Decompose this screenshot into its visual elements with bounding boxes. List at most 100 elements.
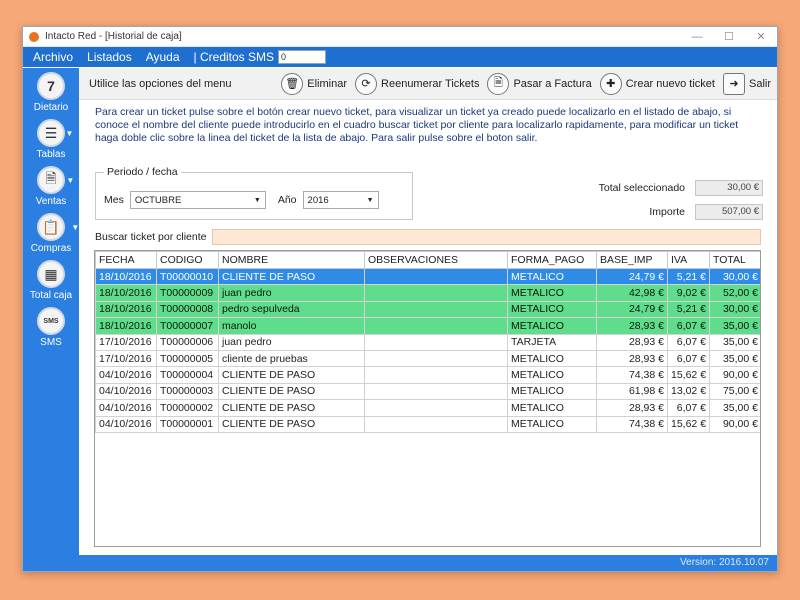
menu-bar: Archivo Listados Ayuda | Creditos SMS 0: [23, 47, 777, 67]
list-icon: ☰: [37, 119, 65, 147]
renumber-tickets-button[interactable]: ⟳ Reenumerar Tickets: [355, 72, 480, 95]
table-header-row: FECHA CODIGO NOMBRE OBSERVACIONES FORMA_PAGO…: [95, 251, 760, 269]
column-header[interactable]: TOTAL: [709, 251, 760, 269]
table-cell: T00000009: [156, 284, 219, 302]
refresh-icon: ⟳: [355, 72, 378, 95]
sidebar-item-label: SMS: [40, 337, 62, 348]
table-cell: [364, 300, 508, 319]
title-bar: Intacto Red - [Historial de caja] — ☐ ✕: [23, 27, 777, 47]
sms-credits: | Creditos SMS 0: [193, 50, 327, 64]
table-cell: T00000008: [156, 300, 219, 319]
selected-total-label: Total seleccionado: [598, 182, 685, 194]
table-cell: 18/10/2016: [95, 300, 157, 319]
table-cell: [364, 267, 508, 286]
table-cell: pedro sepulveda: [218, 300, 365, 319]
menu-archivo[interactable]: Archivo: [33, 50, 73, 64]
table-cell: 18/10/2016: [95, 267, 157, 286]
table-row[interactable]: 04/10/2016 T00000002 CLIENTE DE PASO METALI…: [95, 399, 760, 417]
column-header[interactable]: FORMA_PAGO: [507, 251, 597, 269]
sales-document-icon: 🗎: [37, 166, 65, 194]
table-cell: T00000006: [156, 333, 219, 351]
column-header[interactable]: FECHA: [95, 251, 157, 269]
minimize-button[interactable]: —: [681, 27, 713, 47]
window-title: Intacto Red - [Historial de caja]: [45, 31, 182, 42]
table-cell: METALICO: [507, 317, 597, 335]
maximize-button[interactable]: ☐: [713, 27, 745, 47]
menu-ayuda[interactable]: Ayuda: [146, 50, 180, 64]
table-cell: 35,00 €: [709, 317, 760, 335]
period-filter-legend: Periodo / fecha: [104, 166, 181, 178]
table-row[interactable]: 18/10/2016 T00000010 CLIENTE DE PASO METALI…: [95, 267, 760, 286]
search-label: Buscar ticket por cliente: [95, 231, 207, 243]
column-header[interactable]: IVA: [667, 251, 710, 269]
table-row[interactable]: 18/10/2016 T00000007 manolo METALICO 28,93 €…: [95, 317, 760, 335]
sidebar-item-tablas[interactable]: ☰ ▼ Tablas: [37, 119, 73, 160]
table-row[interactable]: 04/10/2016 T00000003 CLIENTE DE PASO METALI…: [95, 382, 760, 401]
year-label: Año: [277, 194, 297, 206]
table-cell: 35,00 €: [709, 333, 760, 351]
table-row[interactable]: 18/10/2016 T00000008 pedro sepulveda METALI…: [95, 300, 760, 319]
menu-listados[interactable]: Listados: [87, 50, 132, 64]
table-cell: T00000002: [156, 399, 219, 417]
table-cell: 28,93 €: [596, 399, 668, 417]
table-cell: [364, 399, 508, 417]
table-cell: 6,07 €: [667, 333, 710, 351]
table-cell: 04/10/2016: [95, 382, 157, 401]
table-row[interactable]: 18/10/2016 T00000009 juan pedro METALICO 42,…: [95, 284, 760, 302]
table-cell: CLIENTE DE PASO: [218, 382, 365, 401]
table-cell: METALICO: [507, 267, 597, 286]
column-header[interactable]: OBSERVACIONES: [364, 251, 508, 269]
sidebar-item-sms[interactable]: SMS SMS: [37, 307, 65, 348]
sidebar-item-label: Dietario: [33, 102, 69, 113]
table-cell: T00000005: [156, 349, 219, 368]
table-cell: T00000001: [156, 415, 219, 433]
sidebar-item-total-caja[interactable]: ▦ Total caja: [30, 260, 72, 301]
column-header[interactable]: NOMBRE: [218, 251, 365, 269]
table-cell: cliente de pruebas: [218, 349, 365, 368]
table-cell: METALICO: [507, 399, 597, 417]
table-cell: manolo: [218, 317, 365, 335]
column-header[interactable]: BASE_IMP: [596, 251, 668, 269]
table-cell: [364, 415, 508, 433]
year-select[interactable]: 2016 ▼: [302, 191, 379, 209]
table-cell: T00000004: [156, 366, 219, 384]
new-ticket-button[interactable]: ✚ Crear nuevo ticket: [599, 72, 715, 95]
convert-to-invoice-button[interactable]: 🗎 Pasar a Factura: [487, 72, 592, 95]
tickets-table: FECHA CODIGO NOMBRE OBSERVACIONES FORMA_PAGO…: [94, 250, 761, 547]
table-row[interactable]: 17/10/2016 T00000006 juan pedro TARJETA 28,9…: [95, 333, 760, 351]
month-select[interactable]: OCTUBRE ▼: [129, 191, 266, 209]
status-bar: Version: 2016.10.07: [23, 555, 777, 571]
table-cell: 6,07 €: [667, 399, 710, 417]
sidebar-item-label: Total caja: [29, 290, 73, 301]
table-row[interactable]: 04/10/2016 T00000004 CLIENTE DE PASO METALI…: [95, 366, 760, 384]
table-cell: METALICO: [507, 366, 597, 384]
table-cell: 74,38 €: [596, 415, 668, 433]
table-cell: T00000010: [156, 267, 219, 286]
sidebar-item-label: Compras: [30, 243, 72, 254]
sidebar-item-compras[interactable]: 📋 ▼ Compras: [30, 213, 79, 254]
delete-button[interactable]: 🗑 Eliminar: [281, 72, 347, 95]
tickets-grid: FECHA CODIGO NOMBRE OBSERVACIONES FORMA_PAGO…: [95, 251, 760, 433]
search-customer-input[interactable]: [212, 229, 761, 245]
sidebar-item-label: Ventas: [35, 196, 67, 207]
column-header[interactable]: CODIGO: [156, 251, 219, 269]
table-row[interactable]: 04/10/2016 T00000001 CLIENTE DE PASO METALI…: [95, 415, 760, 433]
table-cell: 24,79 €: [596, 267, 668, 286]
table-cell: 6,07 €: [667, 317, 710, 335]
renumber-label: Reenumerar Tickets: [381, 77, 480, 90]
table-row[interactable]: 17/10/2016 T00000005 cliente de pruebas MET…: [95, 349, 760, 368]
sidebar-item-ventas[interactable]: 🗎 ▼ Ventas: [35, 166, 74, 207]
exit-button[interactable]: ➜ Salir: [722, 72, 771, 95]
sidebar-item-dietario[interactable]: 7 Dietario: [34, 72, 68, 113]
instructions-text: Para crear un ticket pulse sobre el botó…: [95, 106, 739, 144]
close-button[interactable]: ✕: [745, 27, 777, 47]
table-cell: 74,38 €: [596, 366, 668, 384]
convert-label: Pasar a Factura: [513, 77, 592, 90]
table-cell: [364, 349, 508, 368]
app-window: Intacto Red - [Historial de caja] — ☐ ✕ …: [22, 26, 778, 572]
table-cell: 6,07 €: [667, 349, 710, 368]
table-cell: 9,02 €: [667, 284, 710, 302]
sms-credits-label: | Creditos SMS: [193, 50, 275, 64]
sidebar: 7 Dietario ☰ ▼ Tablas 🗎 ▼ Ventas 📋 ▼ Com…: [23, 68, 79, 555]
table-cell: 90,00 €: [709, 415, 760, 433]
